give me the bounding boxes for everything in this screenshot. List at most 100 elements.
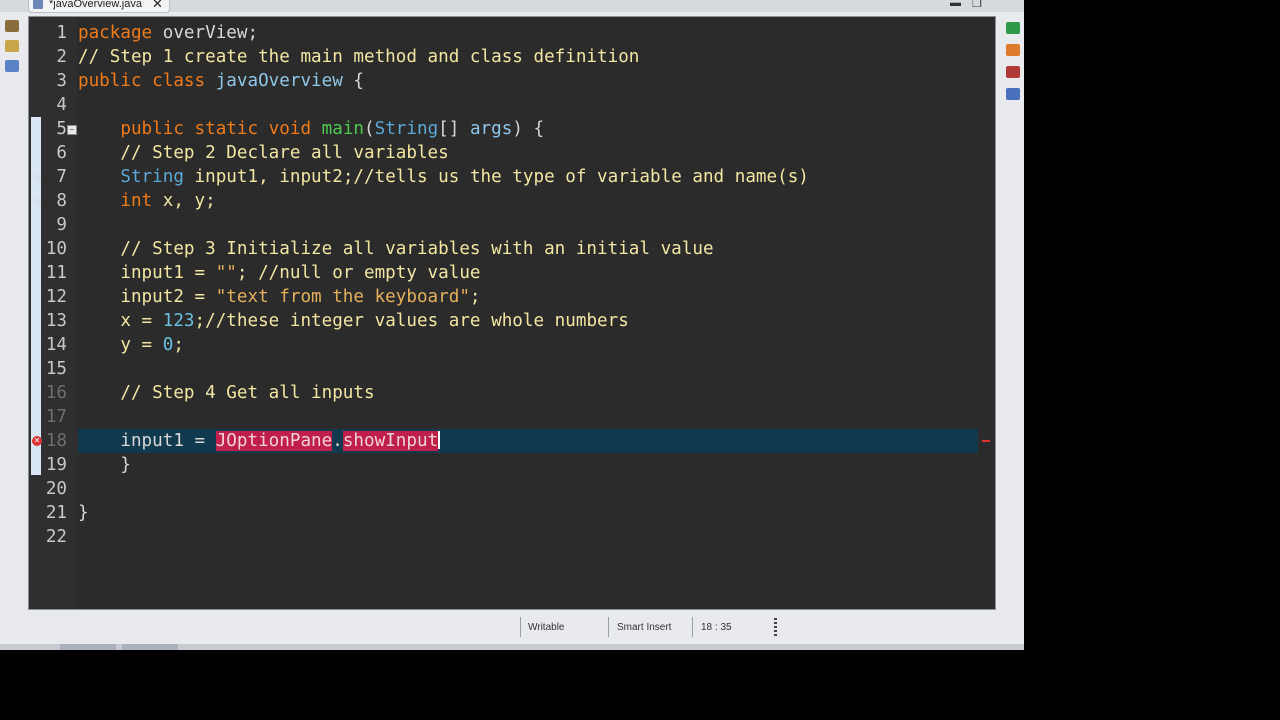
line-number: 4	[56, 95, 67, 115]
status-separator	[608, 617, 609, 637]
line-number: 19	[45, 455, 67, 475]
status-separator	[520, 617, 521, 637]
writable-status: Writable	[528, 622, 565, 633]
package-explorer-icon[interactable]	[5, 20, 19, 32]
code-line: 13 x = 123;//these integer values are wh…	[29, 309, 995, 333]
code-token: 0	[162, 335, 174, 355]
line-number: 17	[45, 407, 67, 427]
code-token: // Step 4 Get all inputs	[78, 383, 375, 403]
status-bar-handle[interactable]	[774, 618, 777, 636]
code-token: input2 =	[78, 287, 216, 307]
code-token: //tells us the type of variable and name…	[353, 167, 809, 187]
code-token: public static void	[78, 119, 312, 139]
code-token: "text from the keyboard"	[215, 287, 470, 307]
code-token: input1 =	[78, 263, 216, 283]
code-token: // Step 2 Declare all variables	[78, 143, 449, 163]
text-caret	[438, 431, 441, 449]
code-token: String	[78, 167, 184, 187]
code-line: 15	[29, 357, 995, 381]
code-line: 8 int x, y;	[29, 189, 995, 213]
code-token: // Step 3 Initialize all variables with …	[78, 239, 714, 259]
code-line: 16 // Step 4 Get all inputs	[29, 381, 995, 405]
code-token: {	[342, 71, 364, 91]
outline-icon[interactable]	[5, 60, 19, 72]
code-token: main	[311, 119, 365, 139]
code-token: }	[78, 503, 89, 523]
code-line: 1 package overView;	[29, 21, 995, 45]
navigator-icon[interactable]	[5, 40, 19, 52]
line-number: 12	[45, 287, 67, 307]
error-token[interactable]: showInput	[342, 431, 439, 451]
line-number: 10	[45, 239, 67, 259]
code-line: 5 public static void main(String[] args)…	[29, 117, 995, 141]
code-token: String	[374, 119, 439, 139]
problems-icon[interactable]	[1006, 88, 1020, 100]
code-token: []	[438, 119, 470, 139]
code-token: args	[469, 119, 513, 139]
code-line: 4	[29, 93, 995, 117]
tab-title: *javaOverview.java	[49, 0, 142, 10]
line-number: 1	[56, 23, 67, 43]
code-token: overView;	[152, 23, 259, 43]
close-icon[interactable]: ✕	[152, 0, 163, 12]
code-line: 14 y = 0;	[29, 333, 995, 357]
minimize-icon[interactable]: ▬	[950, 0, 961, 9]
code-token: ;	[236, 263, 259, 283]
error-tick-marker[interactable]	[982, 440, 990, 442]
left-trim-toolbar	[0, 12, 26, 612]
line-number: 15	[45, 359, 67, 379]
line-number: 13	[45, 311, 67, 331]
cursor-position: 18 : 35	[701, 622, 732, 633]
code-token: x, y;	[152, 191, 216, 211]
console-icon[interactable]	[1006, 66, 1020, 78]
editor-tab-strip: *javaOverview.java ✕ ▬ ❐	[0, 0, 1024, 13]
error-token[interactable]: JOptionPane	[215, 431, 333, 451]
code-token: (	[364, 119, 375, 139]
maximize-icon[interactable]: ❐	[972, 0, 982, 10]
code-editor[interactable]: − ⚠ ⚠ ✕ 1 package overView; 2// Step 1 cr…	[28, 16, 996, 610]
code-line: 3 public class javaOverview {	[29, 69, 995, 93]
code-line: 6 // Step 2 Declare all variables	[29, 141, 995, 165]
line-number: 14	[45, 335, 67, 355]
line-number: 9	[56, 215, 67, 235]
code-token: int	[78, 191, 153, 211]
code-token: ""	[215, 263, 237, 283]
code-token: ;	[469, 287, 481, 307]
code-token: x =	[78, 311, 163, 331]
code-token: ) {	[512, 119, 545, 139]
code-line: 9	[29, 213, 995, 237]
line-number: 20	[45, 479, 67, 499]
line-number: 5	[56, 119, 67, 139]
code-line: 2 // Step 1 create the main method and cl…	[29, 45, 995, 69]
code-token: input1 =	[78, 431, 216, 451]
outline-view-icon[interactable]	[1006, 22, 1020, 34]
code-line: 19 }	[29, 453, 995, 477]
code-line: 20	[29, 477, 995, 501]
right-trim-toolbar	[998, 12, 1024, 612]
line-number: 6	[56, 143, 67, 163]
code-token: public class	[78, 71, 206, 91]
code-token: }	[78, 455, 131, 475]
tab-java-overview[interactable]: *javaOverview.java ✕	[28, 0, 170, 13]
line-number: 2	[56, 47, 67, 67]
code-token: javaOverview	[205, 71, 343, 91]
code-line: 10 // Step 3 Initialize all variables wi…	[29, 237, 995, 261]
line-number: 18	[45, 431, 67, 451]
task-list-icon[interactable]	[1006, 44, 1020, 56]
code-line: 21}	[29, 501, 995, 525]
code-token: ;	[173, 335, 184, 355]
code-token: 123	[162, 311, 195, 331]
line-number: 7	[56, 167, 67, 187]
line-number: 8	[56, 191, 67, 211]
java-file-icon	[33, 0, 43, 9]
code-line: 17	[29, 405, 995, 429]
eclipse-window: *javaOverview.java ✕ ▬ ❐ − ⚠ ⚠ ✕ 1 packag…	[0, 0, 1024, 650]
line-number: 3	[56, 71, 67, 91]
code-token: package	[78, 23, 153, 43]
code-token: // Step 1 create the main method and cla…	[78, 47, 640, 67]
insert-mode-status[interactable]: Smart Insert	[617, 622, 671, 633]
current-line-highlight[interactable]: input1 = JOptionPane.showInput	[78, 429, 978, 453]
code-token: ;	[194, 311, 206, 331]
code-token: y =	[78, 335, 163, 355]
overview-ruler[interactable]	[979, 17, 995, 609]
